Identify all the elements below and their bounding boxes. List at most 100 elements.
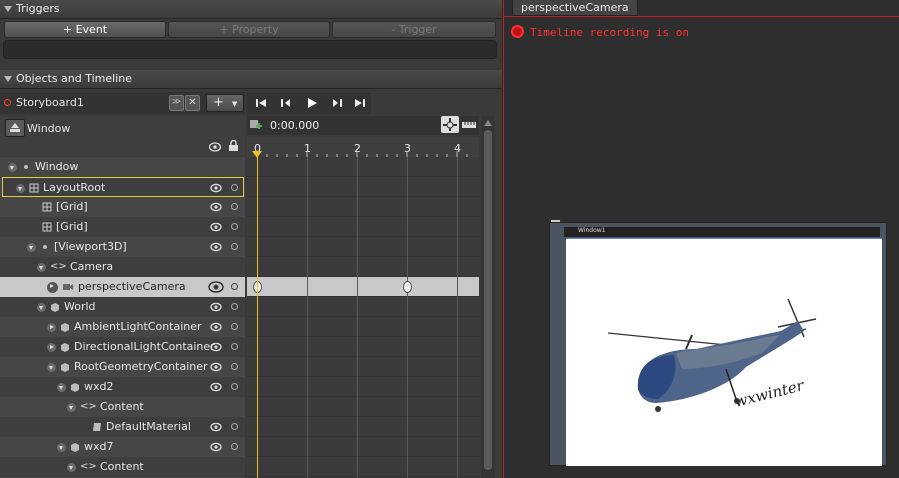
scrollbar-thumb[interactable] — [484, 130, 492, 470]
time-ruler[interactable]: 0 1 2 3 4 — [247, 137, 479, 157]
scroll-up-icon[interactable] — [484, 120, 492, 126]
tree-row-directionallightcontainer[interactable]: DirectionalLightContainer — [0, 337, 245, 357]
visibility-eye-icon[interactable] — [210, 201, 222, 213]
storyboard-name[interactable]: Storyboard1 — [16, 96, 84, 109]
tree-label: perspectiveCamera — [78, 280, 186, 293]
objects-timeline-title: Objects and Timeline — [16, 72, 133, 85]
expand-toggle-icon[interactable] — [27, 242, 36, 252]
play-icon[interactable] — [306, 97, 318, 109]
lock-toggle[interactable] — [231, 303, 238, 310]
playhead-marker-icon[interactable] — [252, 151, 262, 159]
timeline-row — [247, 397, 479, 417]
current-time[interactable]: 0:00.000 — [270, 119, 319, 132]
tree-row-content[interactable]: <> Content — [0, 457, 245, 477]
expand-toggle-icon[interactable] — [16, 183, 25, 193]
grid-icon — [42, 222, 52, 232]
tree-row-wxd2[interactable]: wxd2 — [0, 377, 245, 397]
add-event-button[interactable]: + Event — [4, 21, 166, 38]
new-storyboard-button[interactable]: + ▼ — [206, 94, 244, 112]
first-frame-icon[interactable] — [255, 97, 267, 109]
triggers-header[interactable]: Triggers — [0, 0, 502, 19]
expand-toggle-icon[interactable] — [47, 342, 56, 352]
expand-toggle-icon[interactable] — [37, 262, 46, 272]
tree-row-viewport3d[interactable]: [Viewport3D] — [0, 237, 245, 257]
recording-indicator-icon[interactable] — [511, 25, 524, 38]
lock-toggle[interactable] — [231, 343, 238, 350]
lock-toggle[interactable] — [231, 184, 238, 191]
lock-toggle[interactable] — [231, 443, 238, 450]
lock-toggle[interactable] — [231, 223, 238, 230]
brackets-icon: <> — [80, 401, 97, 412]
previous-frame-icon[interactable] — [280, 97, 292, 109]
snapping-button[interactable] — [441, 116, 459, 133]
expand-toggle-icon[interactable] — [57, 382, 66, 392]
tree-row-defaultmaterial[interactable]: DefaultMaterial — [0, 417, 245, 437]
collapse-icon — [4, 76, 12, 82]
add-property-button[interactable]: + Property — [168, 21, 330, 38]
visibility-eye-icon[interactable] — [209, 142, 221, 152]
objects-timeline-header[interactable]: Objects and Timeline — [0, 70, 502, 89]
tree-row-ambientlightcontainer[interactable]: AmbientLightContainer — [0, 317, 245, 337]
timeline-row — [247, 457, 479, 477]
last-frame-icon[interactable] — [354, 97, 366, 109]
remove-trigger-button[interactable]: - Trigger — [332, 21, 496, 38]
timeline-row — [247, 177, 479, 197]
expand-toggle-icon[interactable] — [47, 322, 56, 332]
next-frame-icon[interactable] — [331, 97, 343, 109]
timeline-row — [247, 297, 479, 317]
visibility-eye-icon[interactable] — [210, 361, 222, 373]
tree-row-layoutroot[interactable]: LayoutRoot — [2, 177, 244, 197]
expand-toggle-icon[interactable] — [8, 162, 17, 172]
tree-row-world[interactable]: World — [0, 297, 245, 317]
expand-toggle-icon[interactable] — [57, 442, 66, 452]
document-tab[interactable]: perspectiveCamera — [512, 0, 638, 16]
close-storyboard-icon[interactable]: ✕ — [185, 95, 200, 111]
tree-row-grid[interactable]: [Grid] — [0, 197, 245, 217]
lock-toggle[interactable] — [231, 243, 238, 250]
tree-row-window[interactable]: Window — [0, 157, 245, 177]
tree-row-perspectivecamera[interactable]: perspectiveCamera — [0, 277, 245, 297]
visibility-eye-icon[interactable] — [210, 381, 222, 393]
expand-toggle-icon[interactable] — [67, 462, 76, 472]
timeline-vertical-scrollbar[interactable] — [481, 116, 495, 478]
lock-toggle[interactable] — [231, 283, 238, 290]
visibility-eye-icon[interactable] — [210, 182, 222, 194]
storyboard-menu-icon[interactable]: ≫ — [169, 95, 184, 111]
tree-row-wxd7[interactable]: wxd7 — [0, 437, 245, 457]
lock-toggle[interactable] — [231, 203, 238, 210]
expand-toggle-icon[interactable] — [37, 302, 46, 312]
timeline-tracks[interactable] — [247, 157, 479, 478]
tree-row-camera[interactable]: <> Camera — [0, 257, 245, 277]
tree-row-grid[interactable]: [Grid] — [0, 217, 245, 237]
visibility-eye-icon[interactable] — [210, 421, 222, 433]
add-keyframe-icon[interactable] — [249, 119, 263, 132]
visibility-eye-icon[interactable] — [208, 280, 224, 294]
visibility-eye-icon[interactable] — [210, 341, 222, 353]
lock-icon[interactable] — [228, 140, 239, 152]
expand-toggle-icon[interactable] — [47, 362, 56, 372]
watermark-text: wxwinter — [733, 376, 807, 411]
playback-controls — [247, 92, 371, 114]
lock-toggle[interactable] — [231, 383, 238, 390]
plus-icon: + — [213, 95, 224, 110]
visibility-eye-icon[interactable] — [210, 321, 222, 333]
viewport-canvas[interactable]: wxwinter — [566, 238, 882, 466]
lock-toggle[interactable] — [231, 363, 238, 370]
visibility-eye-icon[interactable] — [210, 241, 222, 253]
lock-toggle[interactable] — [231, 423, 238, 430]
preview-window-frame[interactable]: Window1 wxwinter — [549, 222, 887, 466]
visibility-eye-icon[interactable] — [210, 221, 222, 233]
scope-up-button[interactable] — [5, 119, 25, 137]
keyframe-marker[interactable] — [403, 281, 412, 293]
triggers-list[interactable] — [3, 40, 497, 59]
timeline-row — [247, 257, 479, 277]
expand-toggle-icon[interactable] — [47, 281, 58, 293]
tree-row-content[interactable]: <> Content — [0, 397, 245, 417]
ruler-icon[interactable] — [462, 120, 476, 129]
expand-toggle-icon[interactable] — [67, 402, 76, 412]
cube-icon — [61, 363, 69, 372]
tree-row-rootgeometrycontainer[interactable]: RootGeometryContainer — [0, 357, 245, 377]
lock-toggle[interactable] — [231, 323, 238, 330]
visibility-eye-icon[interactable] — [210, 301, 222, 313]
visibility-eye-icon[interactable] — [210, 441, 222, 453]
